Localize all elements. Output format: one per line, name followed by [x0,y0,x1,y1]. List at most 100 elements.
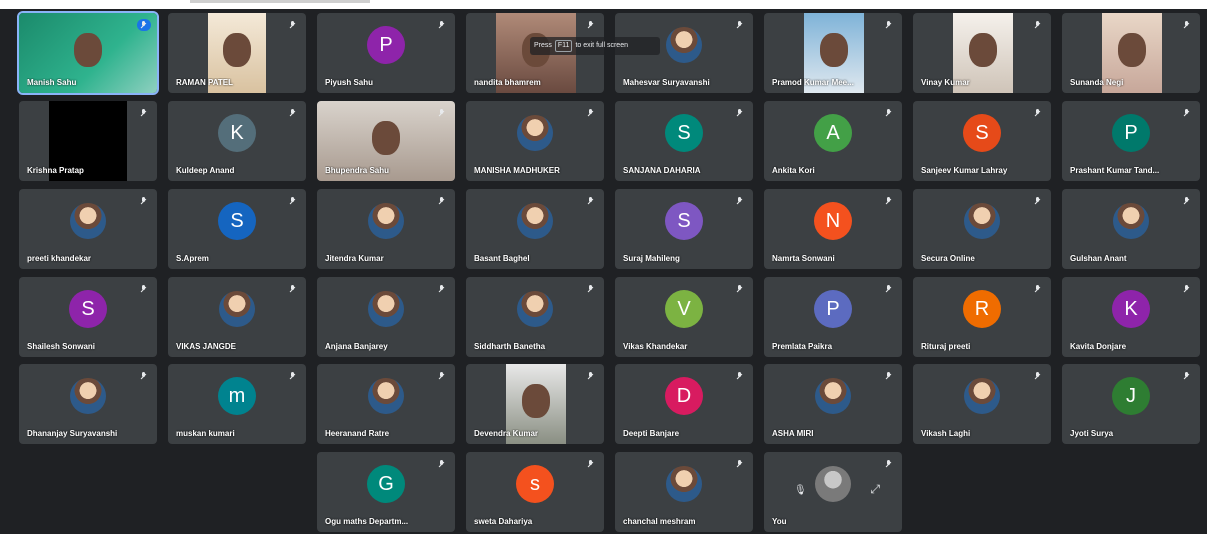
mic-muted-icon [1184,197,1190,205]
participant-tile-preeti-khandekar[interactable]: preeti khandekar [19,189,157,269]
participant-tile-devendra-kumar[interactable]: Devendra Kumar [466,364,604,444]
mic-muted-icon [588,197,594,205]
participant-name: chanchal meshram [623,517,696,526]
mic-muted-icon [141,197,147,205]
mic-muted-icon [1035,285,1041,293]
avatar-photo [517,203,553,239]
participant-tile-basant-baghel[interactable]: Basant Baghel [466,189,604,269]
mic-muted-icon [1035,21,1041,29]
participant-tile-sweta-dahariya[interactable]: s sweta Dahariya [466,452,604,532]
participant-name: RAMAN PATEL [176,78,234,87]
participant-name: preeti khandekar [27,254,92,263]
person-silhouette [969,33,997,67]
participant-name: Rituraj preeti [921,342,971,351]
participant-tile-prashant-kumar-tand[interactable]: P Prashant Kumar Tand... [1062,101,1200,181]
avatar-initial: R [963,290,1001,328]
participant-tile-asha-miri[interactable]: ASHA MIRI [764,364,902,444]
participant-tile-sanjeev-kumar-lahray[interactable]: S Sanjeev Kumar Lahray [913,101,1051,181]
participant-tile-shailesh-sonwani[interactable]: S Shailesh Sonwani [19,277,157,357]
avatar-photo [666,27,702,63]
avatar-photo [666,466,702,502]
participant-name: Ankita Kori [772,166,815,175]
participant-tile-you[interactable]: 🎙 ⤢ You [764,452,902,532]
participant-tile-namrta-sonwani[interactable]: N Namrta Sonwani [764,189,902,269]
participant-name: Bhupendra Sahu [325,166,390,175]
participant-name: S.Aprem [176,254,209,263]
microphone-icon[interactable]: 🎙 [794,485,807,496]
participant-tile-vikas-jangde[interactable]: VIKAS JANGDE [168,277,306,357]
participant-tile-bhupendra-sahu[interactable]: Bhupendra Sahu [317,101,455,181]
participant-tile-kavita-donjare[interactable]: K Kavita Donjare [1062,277,1200,357]
participant-tile-pramod-kumar-mee[interactable]: Pramod Kumar Mee... [764,13,902,93]
participant-name: Pramod Kumar Mee... [772,78,854,87]
participant-tile-rituraj-preeti[interactable]: R Rituraj preeti [913,277,1051,357]
participant-name: Vikash Laghi [921,429,971,438]
participant-tile-manish-sahu[interactable]: Manish Sahu [17,11,159,95]
participant-tile-kuldeep-anand[interactable]: K Kuldeep Anand [168,101,306,181]
participant-name: Prashant Kumar Tand... [1070,166,1160,175]
mic-muted-icon [1035,197,1041,205]
participant-name: Suraj Mahileng [623,254,680,263]
participant-tile-raman-patel[interactable]: RAMAN PATEL [168,13,306,93]
participant-tile-premlata-paikra[interactable]: P Premlata Paikra [764,277,902,357]
mic-muted-icon [141,21,147,29]
mic-muted-icon [886,109,892,117]
mic-muted-icon [439,285,445,293]
participant-tile-s-aprem[interactable]: S S.Aprem [168,189,306,269]
mic-muted-icon [737,197,743,205]
participant-name: Anjana Banjarey [325,342,388,351]
participant-tile-deepti-banjare[interactable]: D Deepti Banjare [615,364,753,444]
participant-tile-heeranand-ratre[interactable]: Heeranand Ratre [317,364,455,444]
avatar-photo [517,115,553,151]
avatar-initial: S [963,114,1001,152]
self-avatar [815,466,851,502]
participant-tile-sanjana-daharia[interactable]: S SANJANA DAHARIA [615,101,753,181]
mic-muted-icon [886,460,892,468]
avatar-initial: P [1112,114,1150,152]
participant-tile-jitendra-kumar[interactable]: Jitendra Kumar [317,189,455,269]
participant-name: Krishna Pratap [27,166,84,175]
mic-muted-icon [141,372,147,380]
participant-tile-anjana-banjarey[interactable]: Anjana Banjarey [317,277,455,357]
mic-muted-icon [1035,372,1041,380]
mic-muted-icon [1184,21,1190,29]
avatar-initial: S [665,114,703,152]
participant-name: Devendra Kumar [474,429,539,438]
mic-muted-icon [588,285,594,293]
participant-tile-chanchal-meshram[interactable]: chanchal meshram [615,452,753,532]
mic-muted-icon [1184,109,1190,117]
person-silhouette [820,33,848,67]
participant-tile-jyoti-surya[interactable]: J Jyoti Surya [1062,364,1200,444]
participant-tile-vinay-kumar[interactable]: Vinay Kumar [913,13,1051,93]
mic-muted-icon [290,109,296,117]
avatar-initial: P [367,26,405,64]
participant-tile-krishna-pratap[interactable]: Krishna Pratap [19,101,157,181]
participant-tile-sunanda-negi[interactable]: Sunanda Negi [1062,13,1200,93]
participant-tile-siddharth-banetha[interactable]: Siddharth Banetha [466,277,604,357]
participant-tile-piyush-sahu[interactable]: P Piyush Sahu [317,13,455,93]
participant-name: Jyoti Surya [1070,429,1114,438]
participant-tile-ankita-kori[interactable]: A Ankita Kori [764,101,902,181]
participant-tile-ogu-maths-departm[interactable]: G Ogu maths Departm... [317,452,455,532]
avatar-initial: s [516,465,554,503]
participant-tile-manisha-madhuker[interactable]: MANISHA MADHUKER [466,101,604,181]
avatar-initial: S [218,202,256,240]
mic-muted-icon [588,372,594,380]
participant-tile-muskan-kumari[interactable]: m muskan kumari [168,364,306,444]
participant-tile-vikash-laghi[interactable]: Vikash Laghi [913,364,1051,444]
person-silhouette [223,33,251,67]
mic-muted-icon [886,197,892,205]
participant-tile-dhananjay-suryavanshi[interactable]: Dhananjay Suryavanshi [19,364,157,444]
participant-tile-vikas-khandekar[interactable]: V Vikas Khandekar [615,277,753,357]
expand-icon[interactable]: ⤢ [870,482,880,497]
avatar-photo [70,378,106,414]
participant-tile-secura-online[interactable]: Secura Online [913,189,1051,269]
person-silhouette [1118,33,1146,67]
participant-name: Sanjeev Kumar Lahray [921,166,1008,175]
participant-tile-suraj-mahileng[interactable]: S Suraj Mahileng [615,189,753,269]
mic-muted-icon [1035,109,1041,117]
avatar-initial: N [814,202,852,240]
avatar-initial: K [218,114,256,152]
participant-tile-gulshan-anant[interactable]: Gulshan Anant [1062,189,1200,269]
participant-name: muskan kumari [176,429,235,438]
